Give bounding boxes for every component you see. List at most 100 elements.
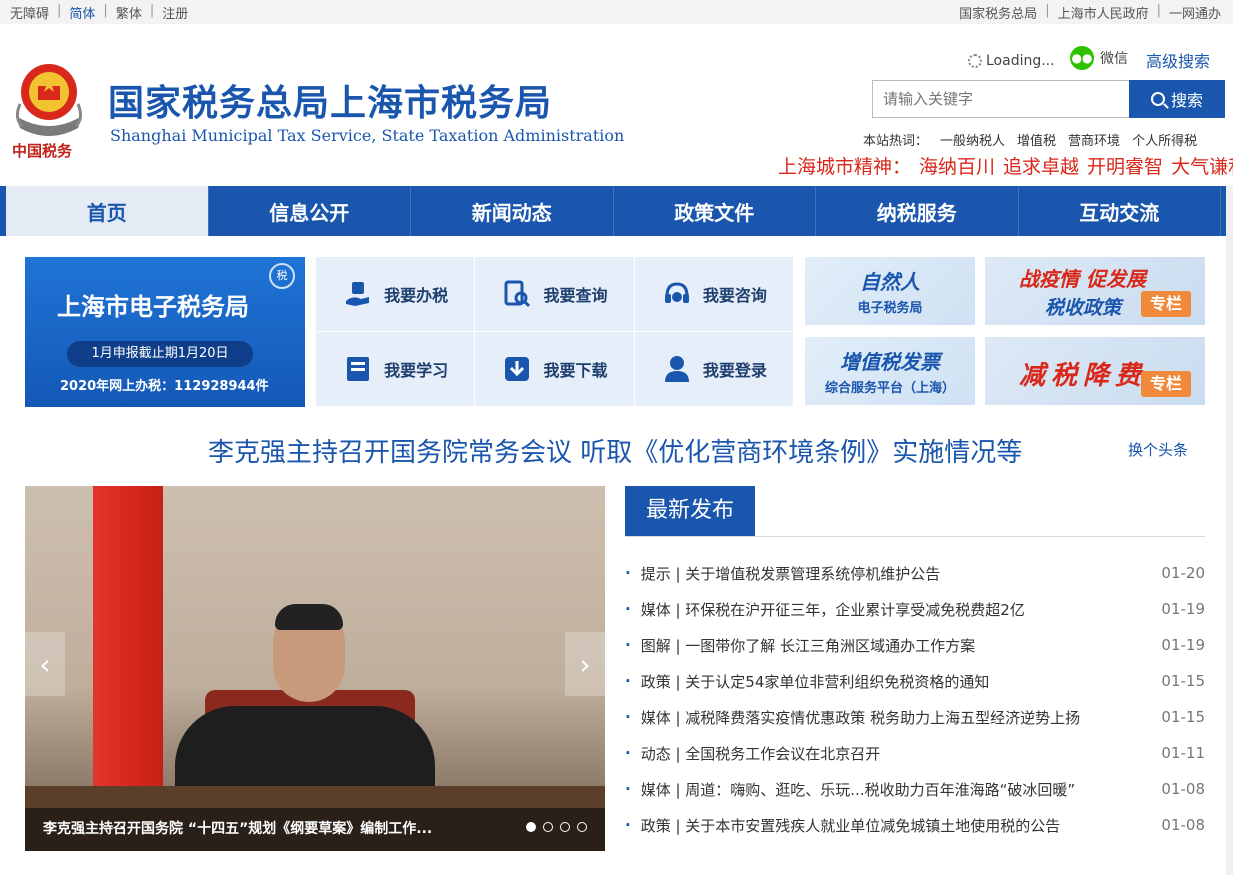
quick-label: 我要登录 (702, 361, 767, 380)
etax-banner[interactable]: 税 上海市电子税务局 1月申报截止期1月20日 2020年网上办税：112928… (25, 257, 305, 407)
news-title[interactable]: 媒体 | 减税降费落实疫情优惠政策 税务助力上海五型经济逆势上扬 (641, 707, 1157, 728)
wechat-icon: ●● (1070, 46, 1094, 70)
list-item[interactable]: · 媒体 | 减税降费落实疫情优惠政策 税务助力上海五型经济逆势上扬 01-15 (625, 699, 1205, 735)
site-title[interactable]: 国家税务总局上海市税务局 (108, 74, 552, 126)
tax-emblem-logo: 中国税务 (8, 56, 90, 164)
news-title[interactable]: 图解 | 一图带你了解 长江三角洲区域通办工作方案 (641, 635, 1157, 656)
promo-title: 自然人 (860, 270, 920, 294)
carousel-photo (25, 486, 605, 851)
page-scrollbar[interactable] (1226, 186, 1233, 875)
sta-link[interactable]: 国家税务总局 (959, 3, 1037, 22)
news-title[interactable]: 政策 | 关于认定54家单位非营利组织免税资格的通知 (641, 671, 1157, 692)
quick-consult[interactable]: 我要咨询 (634, 257, 794, 332)
advanced-search-link[interactable]: 高级搜索 (1146, 48, 1210, 72)
change-headline-button[interactable]: 换个头条 (1128, 439, 1188, 460)
news-title[interactable]: 媒体 | 周道：嗨购、逛吃、乐玩...税收助力百年淮海路“破冰回暖” (641, 779, 1157, 800)
etax-badge-icon: 税 (269, 263, 295, 289)
hot-word-link[interactable]: 增值税 (1017, 130, 1056, 149)
download-icon (501, 353, 533, 385)
nav-home[interactable]: 首页 (6, 186, 209, 236)
bullet-icon: · (625, 600, 631, 618)
search-input[interactable] (872, 80, 1130, 118)
news-date: 01-15 (1161, 672, 1205, 690)
carousel-dot[interactable] (560, 822, 570, 832)
carousel-prev-button[interactable]: ‹ (25, 632, 65, 696)
shanghai-gov-link[interactable]: 上海市人民政府 (1058, 3, 1149, 22)
emblem-calligraphy: 中国税务 (12, 142, 73, 160)
nav-news[interactable]: 新闻动态 (411, 186, 614, 236)
list-item[interactable]: · 动态 | 全国税务工作会议在北京召开 01-11 (625, 735, 1205, 771)
nav-tax-service[interactable]: 纳税服务 (816, 186, 1019, 236)
natural-person-etax-banner[interactable]: 自然人 电子税务局 (805, 257, 975, 325)
nav-info-disclosure[interactable]: 信息公开 (209, 186, 411, 236)
special-column-tag: 专栏 (1141, 291, 1191, 317)
list-item[interactable]: · 媒体 | 环保税在沪开征三年，企业累计享受减免税费超2亿 01-19 (625, 591, 1205, 627)
document-search-icon (501, 278, 533, 310)
list-item[interactable]: · 政策 | 关于认定54家单位非营利组织免税资格的通知 01-15 (625, 663, 1205, 699)
promo-line: 战疫情 促发展 (1019, 267, 1146, 291)
person-hair-shape (275, 604, 343, 630)
epidemic-policy-banner[interactable]: 战疫情 促发展 税收政策 专栏 (985, 257, 1205, 325)
bullet-icon: · (625, 780, 631, 798)
news-title[interactable]: 提示 | 关于增值税发票管理系统停机维护公告 (641, 563, 1157, 584)
list-item[interactable]: · 政策 | 关于本市安置残疾人就业单位减免城镇土地使用税的公告 01-08 (625, 807, 1205, 843)
carousel-dot[interactable] (526, 822, 536, 832)
city-spirit-slogan: 上海城市精神： 海纳百川 追求卓越 开明睿智 大气谦和 (778, 152, 1233, 179)
bullet-icon: · (625, 564, 631, 582)
search-button-label: 搜索 (1170, 91, 1203, 110)
list-item[interactable]: · 媒体 | 周道：嗨购、逛吃、乐玩...税收助力百年淮海路“破冰回暖” 01-08 (625, 771, 1205, 807)
carousel-dot[interactable] (577, 822, 587, 832)
wechat-link[interactable]: ●● 微信 (1070, 46, 1128, 70)
quick-login[interactable]: 我要登录 (634, 332, 794, 407)
latest-news-tab[interactable]: 最新发布 (625, 486, 755, 536)
quick-label: 我要咨询 (702, 286, 767, 305)
bullet-icon: · (625, 708, 631, 726)
one-network-link[interactable]: 一网通办 (1169, 3, 1221, 22)
news-title[interactable]: 媒体 | 环保税在沪开征三年，企业累计享受减免税费超2亿 (641, 599, 1157, 620)
headset-icon (661, 278, 693, 310)
bullet-icon: · (625, 636, 631, 654)
quick-handle-tax[interactable]: 我要办税 (316, 257, 476, 332)
news-title[interactable]: 动态 | 全国税务工作会议在北京召开 (641, 743, 1157, 764)
news-title[interactable]: 政策 | 关于本市安置残疾人就业单位减免城镇土地使用税的公告 (641, 815, 1157, 836)
divider: | (57, 3, 62, 18)
quick-query[interactable]: 我要查询 (475, 257, 635, 332)
simplified-chinese-link[interactable]: 简体 (69, 3, 95, 22)
nav-policy[interactable]: 政策文件 (614, 186, 816, 236)
accessibility-link[interactable]: 无障碍 (10, 3, 49, 22)
hot-word-link[interactable]: 一般纳税人 (940, 130, 1005, 149)
carousel-dot[interactable] (543, 822, 553, 832)
quick-download[interactable]: 我要下载 (475, 332, 635, 407)
book-icon (342, 353, 374, 385)
vat-invoice-platform-banner[interactable]: 增值税发票 综合服务平台（上海） (805, 337, 975, 405)
list-item[interactable]: · 提示 | 关于增值税发票管理系统停机维护公告 01-20 (625, 555, 1205, 591)
list-item[interactable]: · 图解 | 一图带你了解 长江三角洲区域通办工作方案 01-19 (625, 627, 1205, 663)
carousel-dots (526, 822, 587, 832)
quick-label: 我要下载 (543, 361, 608, 380)
quick-label: 我要办税 (384, 286, 449, 305)
spirit-word: 海纳百川 (919, 156, 996, 178)
carousel-caption[interactable]: 李克强主持召开国务院 “十四五”规划《纲要草案》编制工作... (25, 808, 605, 851)
promo-subtitle: 电子税务局 (857, 301, 923, 316)
divider: | (103, 3, 108, 18)
spirit-word: 开明睿智 (1087, 156, 1164, 178)
hand-tax-icon (342, 278, 374, 310)
quick-learn[interactable]: 我要学习 (316, 332, 476, 407)
search-button[interactable]: 搜索 (1129, 80, 1225, 118)
hot-word-link[interactable]: 个人所得税 (1132, 130, 1197, 149)
wechat-label: 微信 (1100, 51, 1128, 67)
quick-service-grid: 我要办税 我要查询 我要咨询 我要学习 我要下载 我要登录 (316, 257, 794, 407)
register-link[interactable]: 注册 (162, 3, 188, 22)
etax-deadline: 1月申报截止期1月20日 (67, 341, 253, 367)
loading-indicator: Loading... (968, 53, 1055, 69)
topbar-right-links: 国家税务总局 | 上海市人民政府 | 一网通办 (959, 3, 1221, 22)
traditional-chinese-link[interactable]: 繁体 (116, 3, 142, 22)
news-date: 01-11 (1161, 744, 1205, 762)
latest-news-list: · 提示 | 关于增值税发票管理系统停机维护公告 01-20 · 媒体 | 环保税在沪… (625, 555, 1205, 843)
carousel-next-button[interactable]: › (565, 632, 605, 696)
tax-reduction-banner[interactable]: 减税降费 专栏 (985, 337, 1205, 405)
hot-word-link[interactable]: 营商环境 (1068, 130, 1120, 149)
news-carousel[interactable]: ‹ › 李克强主持召开国务院 “十四五”规划《纲要草案》编制工作... (25, 486, 605, 851)
headline-link[interactable]: 李克强主持召开国务院常务会议 听取《优化营商环境条例》实施情况等 (208, 432, 1022, 469)
nav-interaction[interactable]: 互动交流 (1019, 186, 1221, 236)
